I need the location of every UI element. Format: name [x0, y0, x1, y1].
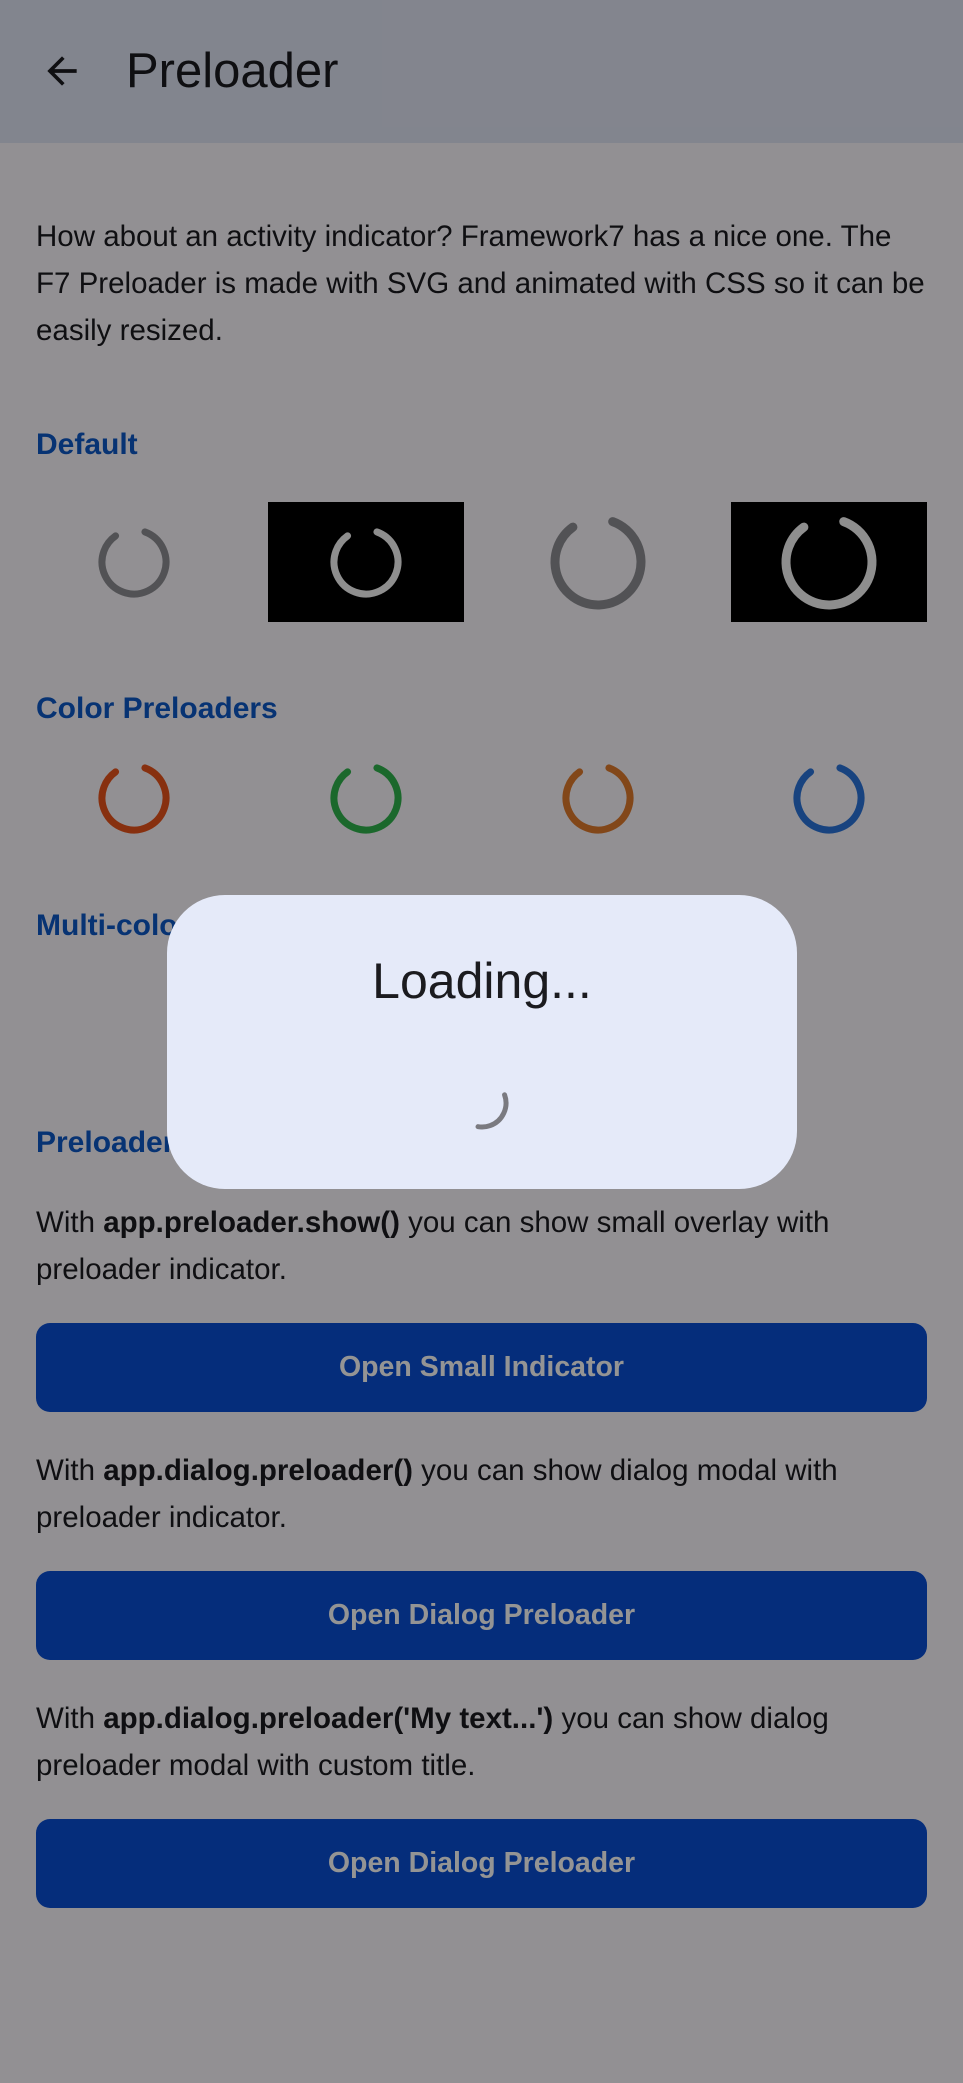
preloader-spinner-icon: [455, 1076, 509, 1130]
preloader-dialog: Loading...: [167, 895, 797, 1189]
dialog-title: Loading...: [372, 953, 592, 1009]
